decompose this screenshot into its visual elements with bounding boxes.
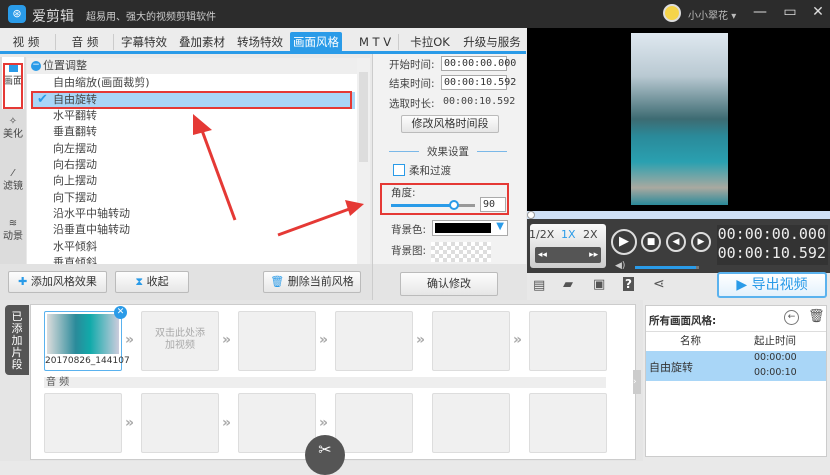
clip-thumbnail bbox=[47, 314, 119, 354]
button-label: 收起 bbox=[146, 275, 169, 288]
duration-label: 选取时长: bbox=[389, 98, 435, 110]
button-label: 导出视频 bbox=[751, 277, 808, 293]
remove-clip-icon[interactable]: ✕ bbox=[114, 306, 127, 319]
next-frame-icon[interactable]: ▶ bbox=[691, 232, 711, 252]
add-video-hint: 双击此处添加视频 bbox=[155, 328, 205, 351]
seek-bar[interactable] bbox=[527, 211, 830, 219]
row-name: 自由旋转 bbox=[649, 361, 693, 374]
video-preview[interactable] bbox=[527, 28, 830, 211]
end-time-input[interactable]: 00:00:10.592 bbox=[441, 75, 516, 90]
stop-icon[interactable]: ■ bbox=[641, 232, 661, 252]
all-styles-panel: 所有画面风格: ← 🗑 名称 起止时间 自由旋转 00:00:00 00:00:… bbox=[645, 305, 827, 457]
empty-slot[interactable] bbox=[432, 311, 510, 371]
end-time-label: 结束时间: bbox=[389, 78, 435, 90]
button-label: 删除当前风格 bbox=[287, 275, 354, 288]
column-name: 名称 bbox=[680, 335, 701, 347]
arrow-icon: » bbox=[513, 332, 523, 348]
speed-1x[interactable]: 1X bbox=[561, 228, 576, 241]
annotation-box bbox=[380, 183, 509, 215]
add-video-slot[interactable]: 双击此处添加视频 bbox=[141, 311, 219, 371]
volume-icon: ◀) bbox=[615, 261, 626, 271]
play-icon[interactable]: ▶ bbox=[611, 229, 637, 255]
bg-image-picker[interactable] bbox=[431, 242, 491, 262]
arrow-icon: » bbox=[416, 332, 426, 348]
total-time: 00:00:10.592 bbox=[717, 244, 826, 262]
start-time-input[interactable]: 00:00:00.000 bbox=[441, 56, 516, 71]
arrow-icon: » bbox=[125, 332, 135, 348]
table-row[interactable]: 自由旋转 00:00:00 00:00:10 bbox=[646, 351, 826, 381]
hourglass-icon: ⧗ bbox=[135, 275, 147, 288]
start-time-label: 开始时间: bbox=[389, 59, 435, 71]
duration-value: 00:00:10.592 bbox=[443, 96, 516, 107]
audio-slot[interactable] bbox=[529, 393, 607, 453]
video-frame bbox=[631, 33, 728, 205]
empty-slot[interactable] bbox=[238, 311, 316, 371]
style-settings-panel: 开始时间: 00:00:00.000 结束时间: 00:00:10.592 选取… bbox=[372, 54, 527, 300]
audio-slot[interactable] bbox=[335, 393, 413, 453]
empty-slot[interactable] bbox=[335, 311, 413, 371]
speed-2x[interactable]: 2X bbox=[583, 228, 598, 241]
bg-image-label: 背景图: bbox=[391, 245, 427, 257]
file-toolbar: ▤ ▰ ▣ ? ⋖ ▶ 导出视频 bbox=[527, 272, 830, 300]
modify-time-button[interactable]: 修改风格时间段 bbox=[401, 115, 499, 133]
jog-dial[interactable]: ◂◂ ▸▸ bbox=[535, 247, 601, 263]
arrow-icon: » bbox=[319, 415, 329, 431]
empty-slot[interactable] bbox=[529, 311, 607, 371]
video-clip[interactable]: 20170826_144107 ✕ bbox=[44, 306, 130, 371]
confirm-modify-button[interactable]: 确认修改 bbox=[400, 272, 498, 296]
button-label: 添加风格效果 bbox=[30, 275, 97, 288]
save-icon[interactable]: ▣ bbox=[593, 277, 605, 292]
new-project-icon[interactable]: ▤ bbox=[533, 278, 545, 293]
audio-slot[interactable] bbox=[238, 393, 316, 453]
panel-toggle-icon[interactable]: › bbox=[633, 370, 641, 394]
speed-half[interactable]: 1/2X bbox=[529, 228, 554, 241]
time-display: 00:00:00.000 00:00:10.592 bbox=[717, 225, 828, 265]
bg-color-label: 背景色: bbox=[391, 224, 427, 236]
prev-frame-icon[interactable]: ◀ bbox=[666, 232, 686, 252]
export-icon: ▶ bbox=[736, 277, 752, 293]
current-time: 00:00:00.000 bbox=[717, 225, 826, 243]
arrow-icon: » bbox=[125, 415, 135, 431]
chevron-down-icon: ▼ bbox=[496, 221, 504, 232]
volume-slider[interactable] bbox=[635, 266, 699, 269]
share-icon[interactable]: ⋖ bbox=[653, 276, 665, 292]
soft-transition-checkbox[interactable] bbox=[393, 164, 405, 176]
export-video-button[interactable]: ▶ 导出视频 bbox=[717, 272, 827, 298]
clip-track: 20170826_144107 ✕ » 双击此处添加视频 » » » » 音 频… bbox=[30, 304, 636, 475]
back-icon[interactable]: ← bbox=[784, 310, 799, 325]
audio-slot[interactable] bbox=[44, 393, 122, 453]
collapse-button[interactable]: ⧗ 收起 bbox=[115, 271, 189, 293]
row-start: 00:00:00 bbox=[754, 352, 797, 363]
row-end: 00:00:10 bbox=[754, 367, 797, 378]
add-style-effect-button[interactable]: ✚ 添加风格效果 bbox=[8, 271, 107, 293]
audio-slot[interactable] bbox=[141, 393, 219, 453]
audio-slot[interactable] bbox=[432, 393, 510, 453]
arrow-icon: » bbox=[222, 332, 232, 348]
open-folder-icon[interactable]: ▰ bbox=[563, 277, 573, 292]
player-controls: 1/2X 1X 2X ◂◂ ▸▸ ▶ ■ ◀ ▶ ◀) 00:00:00.000 0… bbox=[527, 219, 830, 273]
column-time: 起止时间 bbox=[754, 335, 796, 347]
trash-icon: 🗑 bbox=[270, 275, 288, 288]
add-wand-icon: ✚ bbox=[18, 275, 31, 288]
arrow-icon: » bbox=[319, 332, 329, 348]
added-clips-label: 已添加片段 bbox=[5, 305, 29, 375]
panel-title: 所有画面风格: bbox=[649, 315, 717, 327]
help-icon[interactable]: ? bbox=[623, 277, 634, 291]
section-title: 效果设置 bbox=[427, 146, 469, 158]
delete-style-button[interactable]: 🗑 删除当前风格 bbox=[263, 271, 361, 293]
audio-track-label: 音 频 bbox=[44, 377, 606, 388]
arrow-icon: » bbox=[222, 415, 232, 431]
bg-color-picker[interactable]: ▼ bbox=[432, 220, 508, 236]
trash-icon[interactable]: 🗑 bbox=[808, 309, 825, 324]
clip-name: 20170826_144107 bbox=[45, 356, 130, 366]
soft-transition-label: 柔和过渡 bbox=[409, 165, 451, 177]
scissors-icon[interactable]: ✂ bbox=[305, 435, 345, 475]
